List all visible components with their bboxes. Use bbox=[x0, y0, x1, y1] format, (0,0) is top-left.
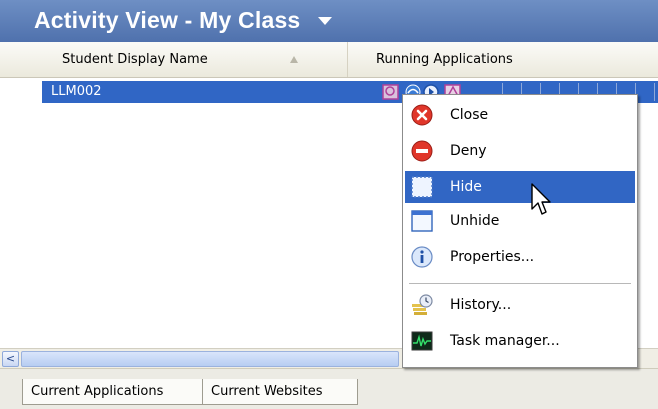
student-name-cell[interactable]: LLM002 bbox=[42, 81, 384, 103]
context-menu: Close Deny Hide Unhide Properties... His… bbox=[402, 94, 638, 368]
mouse-cursor-icon bbox=[531, 183, 551, 215]
menu-item-close[interactable]: Close bbox=[405, 99, 635, 131]
unhide-icon bbox=[411, 210, 433, 232]
column-header: Student Display Name Running Application… bbox=[0, 42, 658, 78]
menu-item-label: Unhide bbox=[450, 213, 500, 229]
tab-bar: Current Applications Current Websites bbox=[0, 368, 658, 409]
column-label: Running Applications bbox=[376, 52, 513, 67]
hide-icon bbox=[411, 176, 433, 198]
menu-item-properties[interactable]: Properties... bbox=[405, 241, 635, 273]
menu-item-history[interactable]: History... bbox=[405, 289, 635, 321]
menu-item-unhide[interactable]: Unhide bbox=[405, 205, 635, 237]
menu-item-hide[interactable]: Hide bbox=[405, 171, 635, 203]
scroll-left-button[interactable]: < bbox=[2, 351, 19, 367]
history-icon bbox=[412, 294, 433, 315]
menu-item-label: Task manager... bbox=[450, 333, 560, 349]
app-icon-1[interactable] bbox=[382, 83, 400, 101]
menu-item-label: Properties... bbox=[450, 249, 535, 265]
tab-current-applications[interactable]: Current Applications bbox=[22, 379, 204, 405]
column-running-applications[interactable]: Running Applications bbox=[362, 42, 658, 77]
menu-item-label: History... bbox=[450, 297, 512, 313]
menu-item-label: Deny bbox=[450, 143, 487, 159]
menu-item-label: Hide bbox=[450, 179, 482, 195]
column-student-display-name[interactable]: Student Display Name bbox=[28, 42, 348, 77]
menu-item-label: Close bbox=[450, 107, 489, 123]
page-title: Activity View - My Class bbox=[34, 7, 301, 33]
close-icon bbox=[411, 104, 433, 126]
title-bar: Activity View - My Class bbox=[0, 0, 658, 42]
menu-item-task-manager[interactable]: Task manager... bbox=[405, 325, 635, 357]
info-icon bbox=[411, 246, 433, 268]
menu-item-deny[interactable]: Deny bbox=[405, 135, 635, 167]
column-label: Student Display Name bbox=[62, 52, 208, 67]
scroll-thumb[interactable] bbox=[21, 351, 399, 367]
sort-ascending-icon bbox=[290, 56, 298, 63]
chevron-down-icon[interactable] bbox=[318, 17, 332, 25]
task-manager-icon bbox=[411, 331, 433, 351]
deny-icon bbox=[411, 140, 433, 162]
menu-separator bbox=[409, 283, 631, 284]
tab-current-websites[interactable]: Current Websites bbox=[202, 379, 358, 405]
